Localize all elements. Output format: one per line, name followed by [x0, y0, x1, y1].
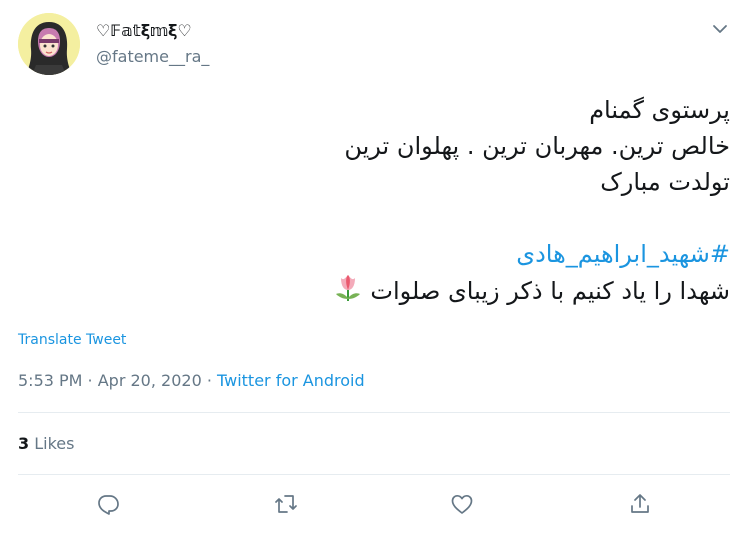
action-bar — [0, 488, 748, 524]
tweet-text: پرستوی گمنام خالص ترین. مهربان ترین . په… — [30, 92, 730, 308]
likes-stat[interactable]: 3 Likes — [18, 434, 74, 453]
user-handle[interactable]: @fateme__ra_ — [96, 47, 209, 66]
tweet-meta: 5:53 PM · Apr 20, 2020 · Twitter for And… — [18, 371, 365, 390]
display-name[interactable]: ♡𝔽𝕒𝕥ξ𝕞ξ♡ — [96, 21, 192, 40]
tweet-line: پرستوی گمنام — [589, 96, 730, 124]
share-icon — [628, 492, 652, 520]
tweet-header: ♡𝔽𝕒𝕥ξ𝕞ξ♡ @fateme__ra_ — [18, 13, 730, 75]
chevron-down-icon[interactable] — [710, 19, 730, 39]
tweet-closing-line: شهدا را یاد کنیم با ذکر زیبای صلوات — [30, 272, 730, 308]
likes-label: Likes — [29, 434, 75, 453]
tulip-icon — [333, 272, 363, 312]
like-button[interactable] — [444, 488, 480, 524]
retweet-icon — [273, 492, 299, 520]
hashtag-link[interactable]: #شهید_ابراهیم_هادی — [30, 236, 730, 272]
divider — [18, 412, 730, 413]
retweet-button[interactable] — [268, 488, 304, 524]
tweet-source-link[interactable]: Twitter for Android — [217, 371, 365, 390]
divider — [18, 474, 730, 475]
reply-icon — [96, 492, 120, 520]
likes-count: 3 — [18, 434, 30, 453]
tweet-line: خالص ترین. مهربان ترین . پهلوان ترین — [344, 132, 730, 160]
tweet-timestamp[interactable]: 5:53 PM · Apr 20, 2020 · — [18, 371, 217, 390]
reply-button[interactable] — [90, 488, 126, 524]
tweet-line: تولدت مبارک — [600, 168, 730, 196]
share-button[interactable] — [622, 488, 658, 524]
heart-icon — [450, 492, 474, 520]
translate-tweet-link[interactable]: Translate Tweet — [18, 332, 126, 348]
avatar[interactable] — [18, 13, 80, 75]
tweet-closing-text: شهدا را یاد کنیم با ذکر زیبای صلوات — [370, 277, 730, 305]
